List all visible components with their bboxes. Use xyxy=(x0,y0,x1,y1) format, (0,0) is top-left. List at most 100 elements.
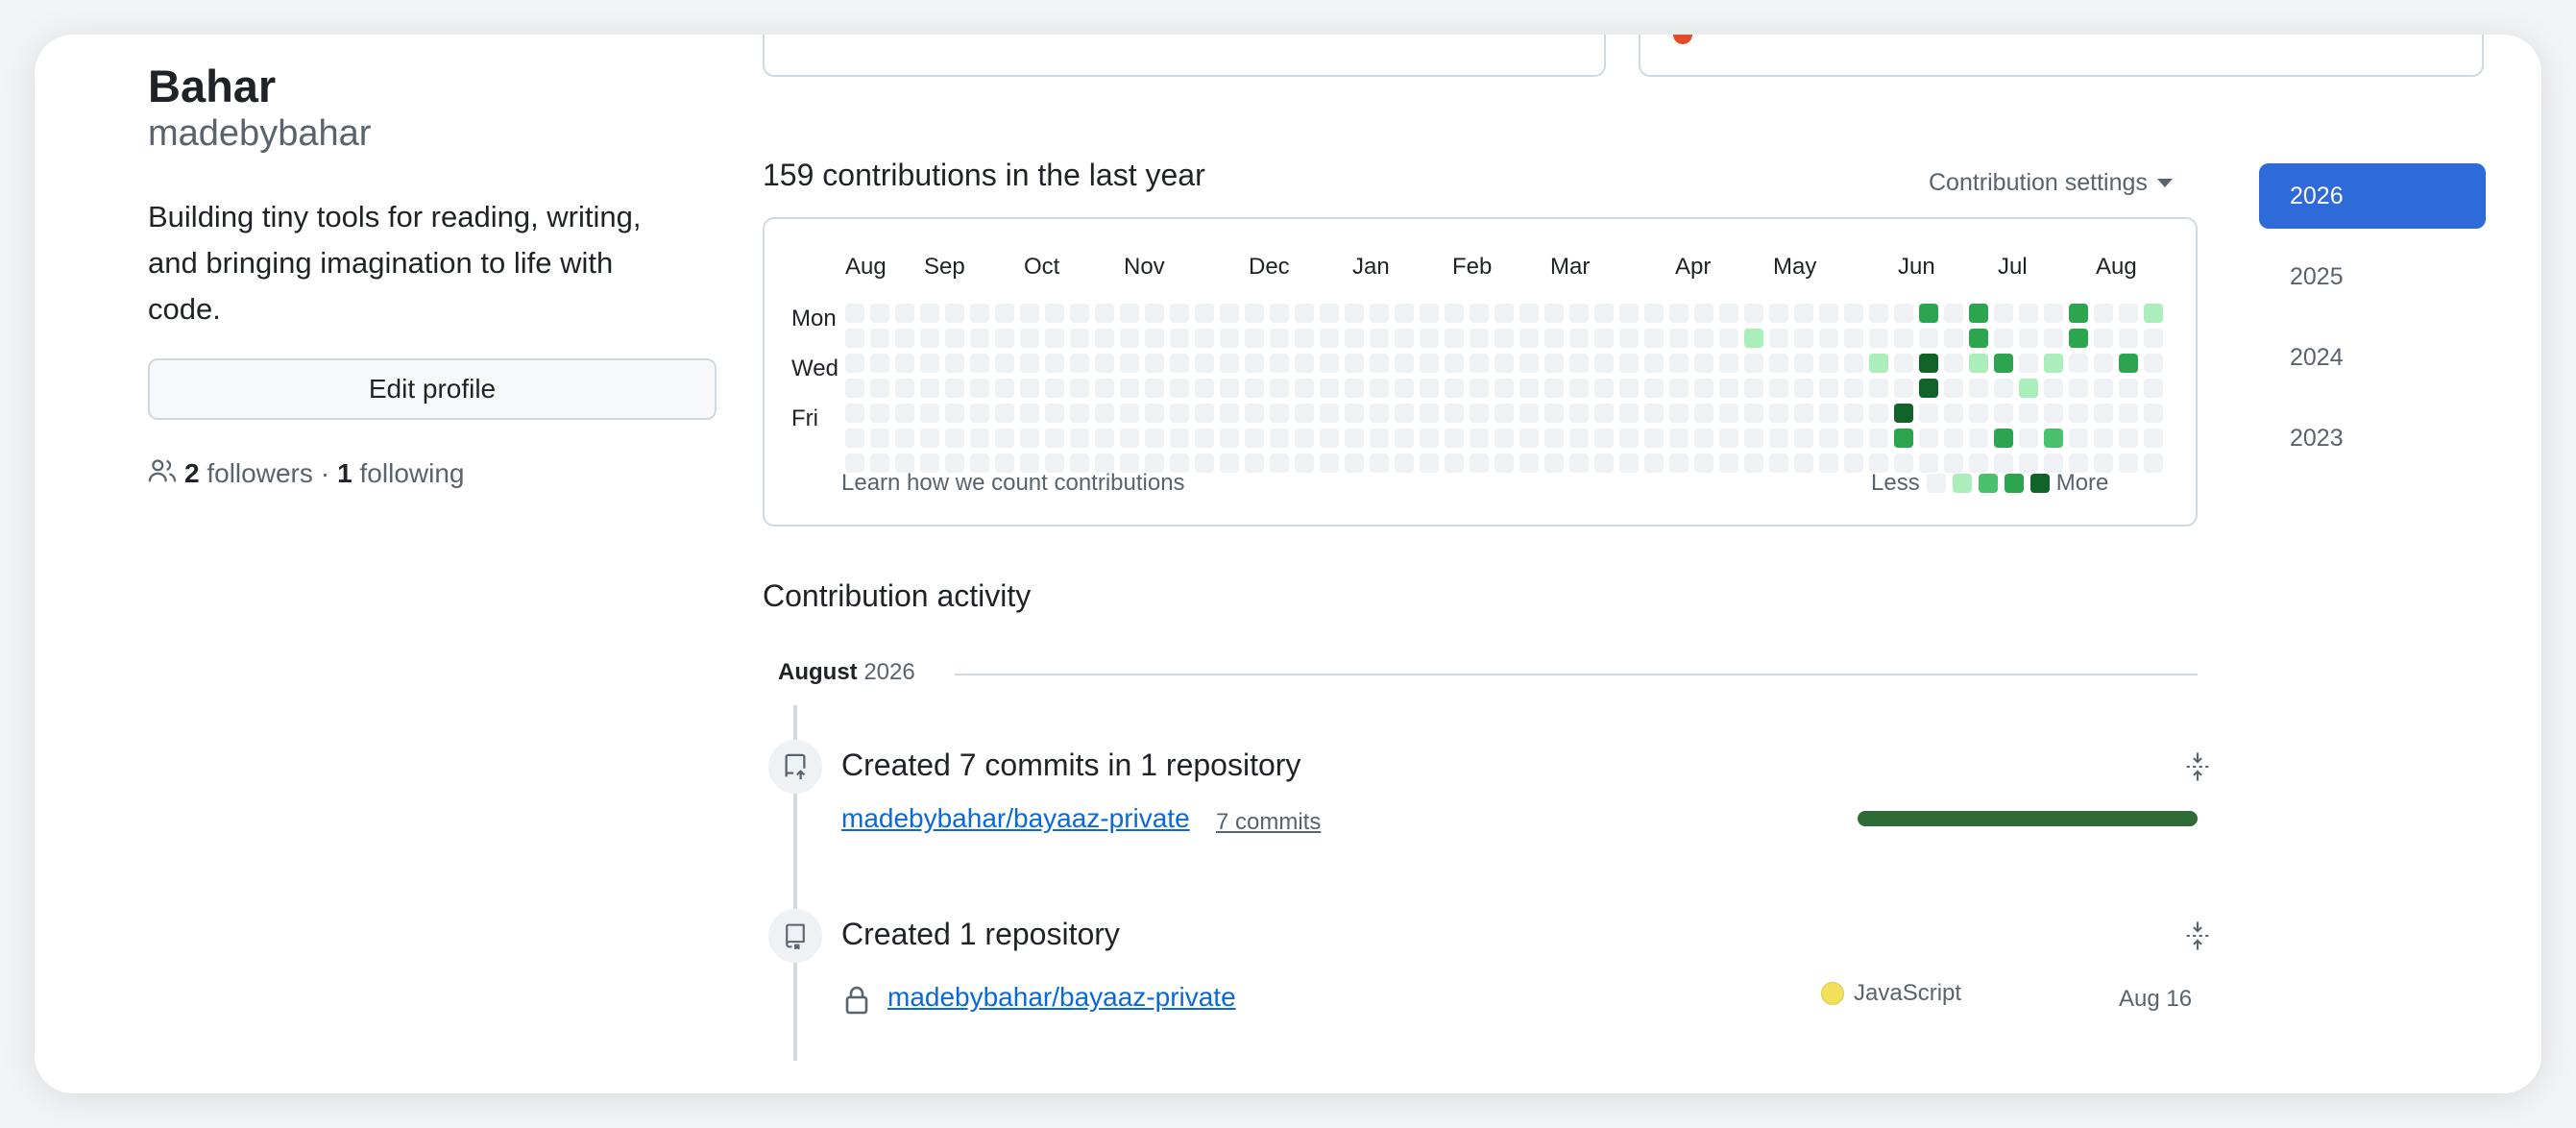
contribution-cell[interactable] xyxy=(1519,329,1539,348)
contribution-cell[interactable] xyxy=(845,379,864,398)
contribution-cell[interactable] xyxy=(1045,329,1064,348)
contribution-cell[interactable] xyxy=(1619,354,1639,373)
contribution-cell[interactable] xyxy=(1495,379,1514,398)
contribution-cell[interactable] xyxy=(1320,354,1339,373)
contribution-cell[interactable] xyxy=(1120,329,1139,348)
pinned-card-left[interactable] xyxy=(763,35,1606,77)
contribution-cell[interactable] xyxy=(2094,429,2113,448)
contribution-cell[interactable] xyxy=(2044,354,2063,373)
contribution-cell[interactable] xyxy=(1145,304,1164,323)
contribution-cell[interactable] xyxy=(1245,354,1264,373)
contribution-cell[interactable] xyxy=(1470,429,1489,448)
contribution-cell[interactable] xyxy=(1395,404,1414,423)
contribution-cell[interactable] xyxy=(2144,354,2163,373)
contribution-cell[interactable] xyxy=(1969,304,1988,323)
contribution-cell[interactable] xyxy=(1994,354,2013,373)
contribution-cell[interactable] xyxy=(1919,304,1938,323)
contribution-cell[interactable] xyxy=(1220,429,1239,448)
contribution-cell[interactable] xyxy=(2144,329,2163,348)
contribution-cell[interactable] xyxy=(1395,354,1414,373)
contribution-cell[interactable] xyxy=(920,354,939,373)
contribution-cell[interactable] xyxy=(1944,404,1963,423)
contribution-cell[interactable] xyxy=(1195,329,1214,348)
contribution-cell[interactable] xyxy=(1345,454,1364,473)
contribution-cell[interactable] xyxy=(1345,304,1364,323)
contribution-cell[interactable] xyxy=(2119,304,2138,323)
contribution-cell[interactable] xyxy=(1245,404,1264,423)
contribution-cell[interactable] xyxy=(1020,404,1039,423)
contribution-cell[interactable] xyxy=(1420,354,1439,373)
contribution-cell[interactable] xyxy=(1794,429,1813,448)
contribution-cell[interactable] xyxy=(1320,404,1339,423)
contribution-cell[interactable] xyxy=(1744,404,1763,423)
contribution-cell[interactable] xyxy=(1594,379,1614,398)
contribution-cell[interactable] xyxy=(1744,379,1763,398)
contribution-cell[interactable] xyxy=(1145,429,1164,448)
contribution-cell[interactable] xyxy=(2019,354,2038,373)
contribution-cell[interactable] xyxy=(1869,404,1888,423)
contribution-cell[interactable] xyxy=(1894,404,1913,423)
contribution-cell[interactable] xyxy=(1744,354,1763,373)
contribution-cell[interactable] xyxy=(2019,404,2038,423)
contribution-cell[interactable] xyxy=(1944,304,1963,323)
contribution-cell[interactable] xyxy=(1495,454,1514,473)
learn-contributions-link[interactable]: Learn how we count contributions xyxy=(841,470,1185,497)
contribution-cell[interactable] xyxy=(2069,404,2088,423)
contribution-cell[interactable] xyxy=(870,329,889,348)
contribution-cell[interactable] xyxy=(1370,404,1389,423)
contribution-cell[interactable] xyxy=(1295,329,1314,348)
contribution-cell[interactable] xyxy=(1170,354,1189,373)
contribution-cell[interactable] xyxy=(1569,329,1589,348)
contribution-cell[interactable] xyxy=(1719,429,1738,448)
contribution-cell[interactable] xyxy=(995,304,1014,323)
contribution-cell[interactable] xyxy=(870,429,889,448)
contribution-cell[interactable] xyxy=(1220,329,1239,348)
contribution-cell[interactable] xyxy=(870,404,889,423)
contribution-cell[interactable] xyxy=(2144,304,2163,323)
contribution-cell[interactable] xyxy=(920,329,939,348)
contribution-cell[interactable] xyxy=(1794,404,1813,423)
contribution-cell[interactable] xyxy=(1445,429,1464,448)
contribution-cell[interactable] xyxy=(1969,429,1988,448)
contribution-cell[interactable] xyxy=(995,329,1014,348)
contribution-cell[interactable] xyxy=(1669,304,1689,323)
contribution-cell[interactable] xyxy=(1569,454,1589,473)
contribution-cell[interactable] xyxy=(1544,404,1564,423)
contribution-cell[interactable] xyxy=(2094,354,2113,373)
contribution-cell[interactable] xyxy=(1370,429,1389,448)
contribution-cell[interactable] xyxy=(1519,404,1539,423)
contribution-cell[interactable] xyxy=(1095,354,1114,373)
contribution-cell[interactable] xyxy=(1744,454,1763,473)
contribution-cell[interactable] xyxy=(1919,404,1938,423)
contribution-cell[interactable] xyxy=(870,379,889,398)
contribution-cell[interactable] xyxy=(1445,329,1464,348)
contribution-cell[interactable] xyxy=(1170,379,1189,398)
contribution-cell[interactable] xyxy=(1195,404,1214,423)
contribution-cell[interactable] xyxy=(1495,354,1514,373)
contribution-cell[interactable] xyxy=(1844,354,1863,373)
contribution-cell[interactable] xyxy=(1120,304,1139,323)
contribution-cell[interactable] xyxy=(895,304,914,323)
contribution-cell[interactable] xyxy=(945,354,964,373)
contribution-cell[interactable] xyxy=(1819,454,1838,473)
contribution-cell[interactable] xyxy=(1594,304,1614,323)
contribution-cell[interactable] xyxy=(1345,404,1364,423)
contribution-cell[interactable] xyxy=(970,429,989,448)
contribution-cell[interactable] xyxy=(1070,429,1089,448)
contribution-cell[interactable] xyxy=(1919,429,1938,448)
contribution-cell[interactable] xyxy=(1869,329,1888,348)
contribution-cell[interactable] xyxy=(995,429,1014,448)
contribution-cell[interactable] xyxy=(1619,379,1639,398)
contribution-cell[interactable] xyxy=(2069,304,2088,323)
contribution-cell[interactable] xyxy=(1070,304,1089,323)
contribution-cell[interactable] xyxy=(995,354,1014,373)
contribution-cell[interactable] xyxy=(1220,379,1239,398)
contribution-cell[interactable] xyxy=(2019,429,2038,448)
commit-count-link[interactable]: 7 commits xyxy=(1216,809,1321,836)
contribution-cell[interactable] xyxy=(1644,404,1664,423)
contribution-cell[interactable] xyxy=(1170,404,1189,423)
contribution-cell[interactable] xyxy=(1719,304,1738,323)
contribution-cell[interactable] xyxy=(2044,304,2063,323)
contribution-cell[interactable] xyxy=(1270,454,1289,473)
contribution-cell[interactable] xyxy=(1769,354,1788,373)
